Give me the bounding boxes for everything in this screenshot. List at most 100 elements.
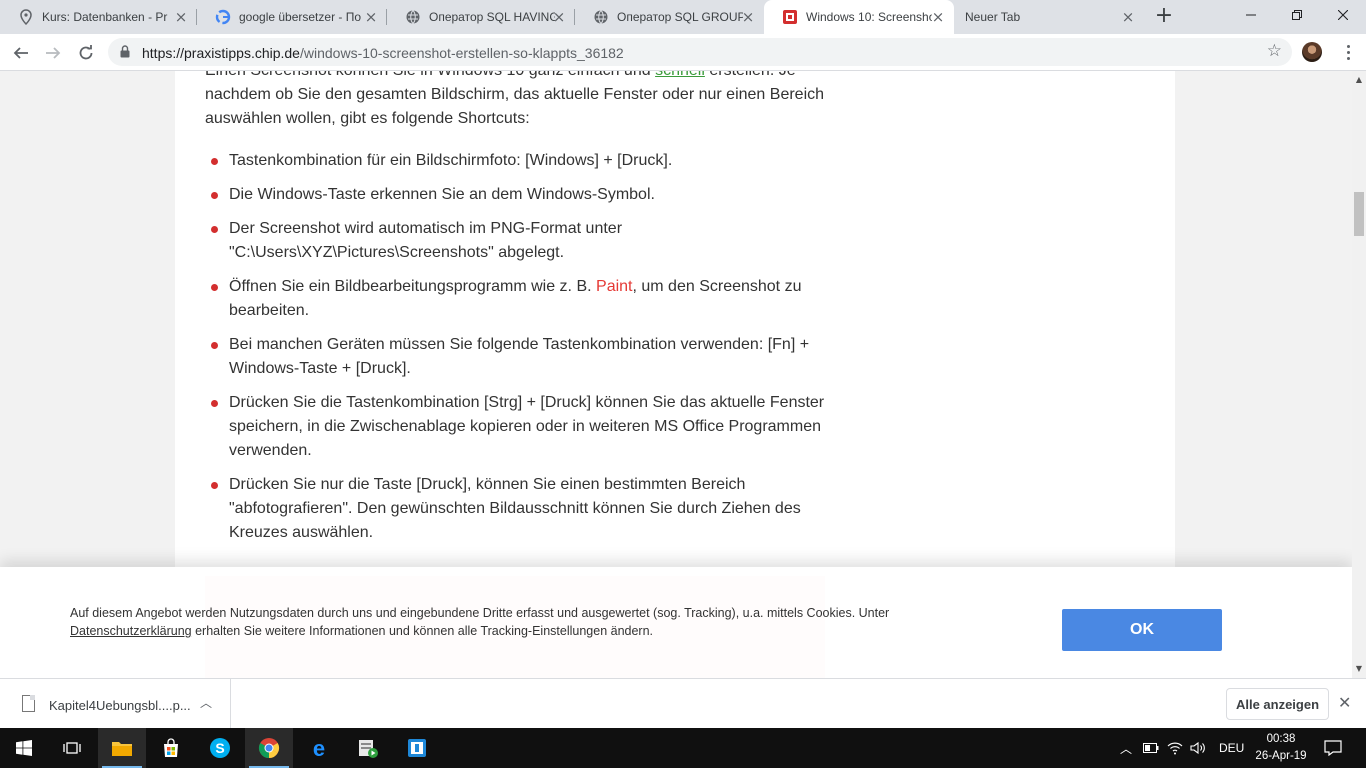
bookmark-star-icon[interactable]: ☆ (1267, 41, 1282, 61)
app-window-icon[interactable] (393, 728, 441, 768)
close-window-icon[interactable] (1320, 0, 1366, 30)
page-viewport: Einen Screenshot können Sie in Windows 1… (0, 71, 1352, 678)
tab-sql-having[interactable]: Оператор SQL HAVING × (387, 0, 575, 34)
intro-text-2: erstellen. Je nachdem ob Sie den gesamte… (205, 71, 825, 127)
bullet-dot (211, 158, 218, 165)
tab-sql-group[interactable]: Оператор SQL GROUP × (575, 0, 764, 34)
tab-kurs-datenbanken[interactable]: Kurs: Datenbanken - Pr × (0, 0, 197, 34)
back-arrow-icon[interactable] (8, 40, 34, 66)
task-view-icon[interactable] (48, 728, 96, 768)
cookie-ok-button[interactable]: OK (1062, 609, 1222, 651)
intro-text-1: Einen Screenshot können Sie in Windows 1… (205, 71, 655, 79)
system-clock[interactable]: 00:38 26-Apr-19 (1248, 731, 1314, 765)
download-bar: Kapitel4Uebungsbl....p... ︿ Alle anzeige… (0, 678, 1366, 729)
tab-title: Neuer Tab (965, 10, 1021, 24)
edge-icon[interactable]: e (295, 728, 343, 768)
address-bar[interactable]: https://praxistipps.chip.de/windows-10-s… (108, 38, 1292, 66)
list-item-text: Bei manchen Geräten müssen Sie folgende … (229, 336, 810, 377)
list-item: Die Windows-Taste erkennen Sie an dem Wi… (205, 183, 835, 207)
tab-windows10-screenshot[interactable]: Windows 10: Screensho × (764, 0, 954, 34)
tab-google-uebersetzer[interactable]: google übersetzer - По × (197, 0, 387, 34)
clock-date: 26-Apr-19 (1255, 750, 1307, 762)
url-host: https://praxistipps.chip.de (142, 45, 300, 61)
page-scrollbar[interactable]: ▲ ▼ (1352, 71, 1366, 678)
cookie-text-1: Auf diesem Angebot werden Nutzungsdaten … (70, 606, 890, 620)
close-tab-icon[interactable]: × (1120, 9, 1136, 25)
bullet-dot (211, 226, 218, 233)
close-tab-icon[interactable]: × (173, 9, 189, 25)
cookie-notice-text: Auf diesem Angebot werden Nutzungsdaten … (70, 604, 950, 640)
notifications-icon[interactable] (1324, 728, 1342, 768)
cookie-banner: Auf diesem Angebot werden Nutzungsdaten … (0, 567, 1352, 678)
tab-title: google übersetzer - По (239, 10, 362, 24)
scrollbar-thumb[interactable] (1354, 192, 1364, 236)
lock-icon (120, 45, 130, 63)
tab-neuer-tab[interactable]: Neuer Tab × (954, 0, 1144, 34)
list-item-text: Tastenkombination für ein Bildschirmfoto… (229, 152, 673, 169)
bullet-dot (211, 482, 218, 489)
volume-icon[interactable] (1190, 728, 1206, 768)
chip-icon (782, 9, 798, 25)
svg-text:S: S (215, 740, 224, 756)
battery-icon[interactable] (1143, 728, 1159, 768)
bullet-dot (211, 284, 218, 291)
store-icon[interactable] (147, 728, 195, 768)
globe-icon (593, 9, 609, 25)
close-tab-icon[interactable]: × (363, 9, 379, 25)
list-item: Öffnen Sie ein Bildbearbeitungsprogramm … (205, 275, 835, 323)
url-text: https://praxistipps.chip.de/windows-10-s… (142, 45, 624, 61)
tab-strip: Kurs: Datenbanken - Pr × google übersetz… (0, 0, 1366, 34)
new-tab-button[interactable]: + (1152, 5, 1176, 29)
show-all-downloads-button[interactable]: Alle anzeigen (1226, 688, 1329, 720)
skype-icon[interactable]: S (196, 728, 244, 768)
menu-icon[interactable] (1338, 42, 1358, 62)
google-icon (215, 9, 231, 25)
tab-title: Kurs: Datenbanken - Pr (42, 10, 168, 24)
pdf-file-icon (22, 695, 35, 712)
scroll-up-icon[interactable]: ▲ (1352, 73, 1366, 87)
browser-toolbar: https://praxistipps.chip.de/windows-10-s… (0, 34, 1366, 71)
list-item-text: Öffnen Sie ein Bildbearbeitungsprogramm … (229, 278, 597, 295)
list-item-text: Die Windows-Taste erkennen Sie an dem Wi… (229, 186, 655, 203)
windows-taskbar: S e ︿ DEU 00:38 26-Apr-19 (0, 728, 1366, 768)
windows-start-icon[interactable] (0, 728, 48, 768)
download-item[interactable]: Kapitel4Uebungsbl....p... ︿ (0, 679, 231, 729)
list-item: Drücken Sie die Tastenkombination [Strg]… (205, 391, 835, 463)
article-intro: Einen Screenshot können Sie in Windows 1… (205, 71, 835, 131)
forward-arrow-icon[interactable] (40, 40, 66, 66)
media-app-icon[interactable] (344, 728, 392, 768)
bullet-dot (211, 342, 218, 349)
restore-icon[interactable] (1274, 0, 1320, 30)
globe-icon (405, 9, 421, 25)
bullet-dot (211, 192, 218, 199)
bullet-dot (211, 400, 218, 407)
file-explorer-icon[interactable] (98, 728, 146, 768)
list-item: Drücken Sie nur die Taste [Druck], könne… (205, 473, 835, 545)
reload-icon[interactable] (73, 40, 99, 66)
close-download-bar-icon[interactable]: ✕ (1338, 693, 1351, 712)
input-language[interactable]: DEU (1219, 728, 1244, 768)
list-item: Tastenkombination für ein Bildschirmfoto… (205, 149, 835, 173)
list-item-text: Der Screenshot wird automatisch im PNG-F… (229, 220, 623, 261)
avatar[interactable] (1302, 42, 1322, 62)
svg-text:e: e (313, 737, 325, 759)
list-item-text: Drücken Sie nur die Taste [Druck], könne… (229, 476, 801, 541)
scroll-down-icon[interactable]: ▼ (1352, 662, 1366, 676)
tab-title: Оператор SQL GROUP (617, 10, 743, 24)
list-item: Der Screenshot wird automatisch im PNG-F… (205, 217, 835, 265)
close-tab-icon[interactable]: × (551, 9, 567, 25)
wifi-icon[interactable] (1167, 728, 1183, 768)
map-pin-icon (18, 9, 34, 25)
close-tab-icon[interactable]: × (740, 9, 756, 25)
cookie-text-2: erhalten Sie weitere Informationen und k… (191, 624, 654, 638)
paint-link[interactable]: Paint (596, 278, 632, 295)
url-path: /windows-10-screenshot-erstellen-so-klap… (299, 45, 624, 61)
tab-title: Windows 10: Screensho (806, 10, 932, 24)
privacy-policy-link[interactable]: Datenschutzerklärung (70, 624, 192, 638)
chrome-icon[interactable] (245, 728, 293, 768)
schnell-link[interactable]: schnell (655, 71, 705, 79)
chevron-up-icon[interactable]: ︿ (200, 694, 212, 711)
minimize-icon[interactable] (1228, 0, 1274, 30)
close-tab-icon[interactable]: × (930, 9, 946, 25)
show-hidden-icons[interactable]: ︿ (1120, 728, 1132, 768)
